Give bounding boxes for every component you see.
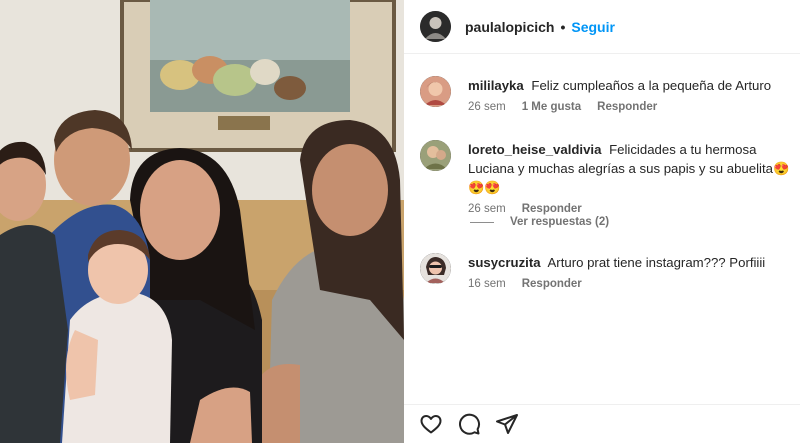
- comment-text-block: loreto_heise_valdivia Felicidades a tu h…: [468, 140, 798, 197]
- poster-avatar[interactable]: [420, 11, 451, 42]
- paper-plane-icon[interactable]: [495, 412, 519, 436]
- comment-icon[interactable]: [457, 412, 481, 436]
- follow-button[interactable]: Seguir: [571, 19, 615, 35]
- view-replies-button[interactable]: Ver respuestas (2): [470, 216, 609, 228]
- view-replies-label[interactable]: Ver respuestas (2): [510, 216, 609, 228]
- comment-username[interactable]: loreto_heise_valdivia: [468, 142, 601, 157]
- comment-item: susycruzita Arturo prat tiene instagram?…: [420, 253, 798, 290]
- comments-panel: paulalopicich • Seguir mililayka Feliz c…: [404, 0, 800, 443]
- poster-username[interactable]: paulalopicich: [465, 19, 554, 35]
- comment-meta: 26 sem 1 Me gusta Responder: [468, 101, 798, 113]
- comment-text: Feliz cumpleaños a la pequeña de Arturo: [531, 78, 772, 93]
- family-photo-illustration: [0, 0, 404, 443]
- comment-likes[interactable]: 1 Me gusta: [522, 101, 581, 113]
- post-photo[interactable]: [0, 0, 404, 443]
- comment-time: 16 sem: [468, 278, 506, 290]
- reply-button[interactable]: Responder: [522, 203, 582, 215]
- comment-text-block: mililayka Feliz cumpleaños a la pequeña …: [468, 76, 798, 95]
- comment-meta: 26 sem Responder: [468, 203, 798, 215]
- comment-item: loreto_heise_valdivia Felicidades a tu h…: [420, 140, 798, 215]
- comment-time: 26 sem: [468, 101, 506, 113]
- comment-username[interactable]: susycruzita: [468, 255, 541, 270]
- action-bar: [404, 404, 800, 443]
- comment-time: 26 sem: [468, 203, 506, 215]
- commenter-avatar[interactable]: [420, 253, 451, 284]
- separator-dot: •: [560, 18, 566, 35]
- comment-meta: 16 sem Responder: [468, 278, 798, 290]
- heart-icon[interactable]: [419, 412, 443, 436]
- commenter-avatar[interactable]: [420, 76, 451, 107]
- comment-text-block: susycruzita Arturo prat tiene instagram?…: [468, 253, 798, 272]
- post-header: paulalopicich • Seguir: [404, 0, 800, 54]
- comment-text: Arturo prat tiene instagram??? Porfiiii: [547, 255, 766, 270]
- comment-item: mililayka Feliz cumpleaños a la pequeña …: [420, 76, 798, 113]
- reply-button[interactable]: Responder: [522, 278, 582, 290]
- comment-username[interactable]: mililayka: [468, 78, 524, 93]
- replies-divider: [470, 221, 494, 223]
- commenter-avatar[interactable]: [420, 140, 451, 171]
- reply-button[interactable]: Responder: [597, 101, 657, 113]
